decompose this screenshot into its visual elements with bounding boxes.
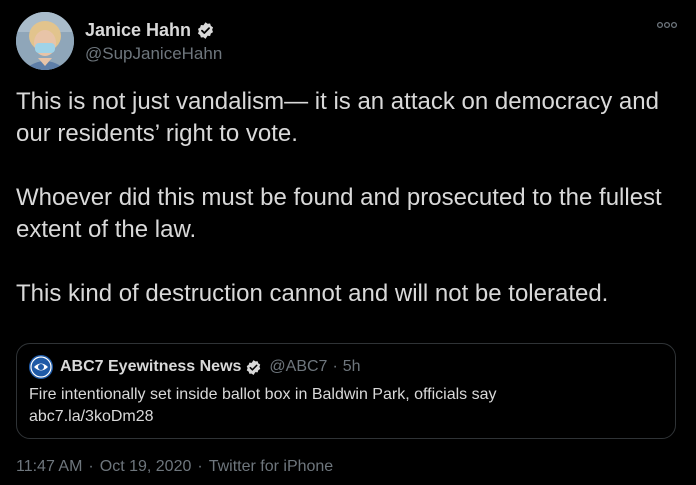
quoted-tweet-card[interactable]: ABC7 Eyewitness News @ABC7 · 5h Fire int… [16, 343, 676, 439]
more-options-icon[interactable] [656, 20, 678, 30]
tweet-paragraph: Whoever did this must be found and prose… [16, 184, 662, 243]
quoted-link[interactable]: abc7.la/3koDm28 [29, 406, 663, 428]
separator-dot: · [88, 458, 94, 475]
quoted-timestamp[interactable]: 5h [343, 358, 361, 376]
tweet-text: This is not just vandalism— it is an att… [16, 86, 686, 310]
quoted-tweet-header: ABC7 Eyewitness News @ABC7 · 5h [29, 355, 663, 379]
avatar[interactable] [16, 12, 74, 70]
quoted-text-line: Fire intentionally set inside ballot box… [29, 386, 497, 403]
tweet-date[interactable]: Oct 19, 2020 [100, 458, 192, 476]
tweet-footer: 11:47 AM · Oct 19, 2020 · Twitter for iP… [16, 458, 333, 476]
tweet-paragraph: This kind of destruction cannot and will… [16, 280, 609, 307]
tweet: Janice Hahn @SupJaniceHahn This is not j… [0, 0, 696, 485]
separator-dot: · [197, 458, 203, 475]
quoted-display-name[interactable]: ABC7 Eyewitness News [60, 358, 241, 376]
tweet-time[interactable]: 11:47 AM [16, 458, 82, 476]
avatar-photo [16, 12, 74, 70]
tweet-paragraph: This is not just vandalism— it is an att… [16, 88, 659, 147]
separator-dot: · [332, 358, 338, 375]
quoted-handle[interactable]: @ABC7 [269, 358, 327, 376]
abc7-logo-icon [29, 355, 53, 379]
verified-badge-icon [198, 21, 214, 39]
author-names: Janice Hahn @SupJaniceHahn [85, 18, 222, 64]
name-row: Janice Hahn [85, 18, 222, 42]
author-handle[interactable]: @SupJaniceHahn [85, 44, 222, 64]
author-display-name[interactable]: Janice Hahn [85, 20, 191, 41]
tweet-header: Janice Hahn @SupJaniceHahn [16, 12, 222, 70]
verified-badge-icon [247, 359, 261, 375]
tweet-source[interactable]: Twitter for iPhone [209, 458, 334, 476]
quoted-tweet-text: Fire intentionally set inside ballot box… [29, 384, 663, 428]
